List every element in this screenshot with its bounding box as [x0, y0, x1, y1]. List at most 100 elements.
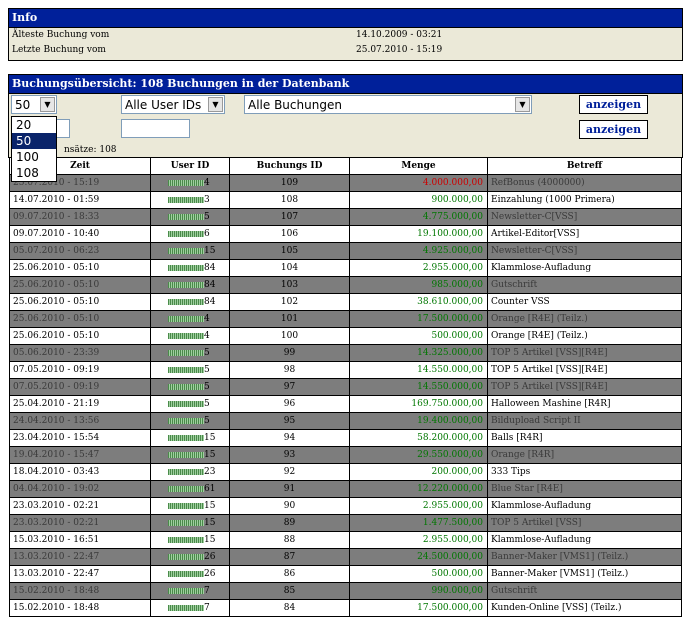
- user-id-digits: 5: [204, 416, 210, 426]
- obscured-user-id: [168, 281, 204, 288]
- cell-user-id[interactable]: 7: [150, 599, 230, 617]
- obscured-user-id: [168, 298, 204, 305]
- cell-buchungs-id: 87: [229, 548, 350, 566]
- obscured-user-id: [168, 570, 204, 577]
- cell-user-id[interactable]: 5: [150, 412, 230, 430]
- cell-user-id[interactable]: 15: [150, 497, 230, 515]
- user-id-digits: 15: [204, 518, 216, 528]
- obscured-user-id: [168, 553, 204, 560]
- cell-user-id[interactable]: 3: [150, 191, 230, 209]
- dropdown-option[interactable]: 20: [12, 117, 56, 133]
- cell-betreff: Klammlose-Aufladung: [487, 531, 682, 549]
- cell-buchungs-id: 99: [229, 344, 350, 362]
- cell-menge: 990.000,00: [349, 582, 488, 600]
- user-id-digits: 4: [204, 178, 210, 188]
- cell-zeit: 25.06.2010 - 05:10: [9, 259, 151, 277]
- chevron-down-icon[interactable]: ▼: [515, 97, 530, 112]
- column-header-menge[interactable]: Menge: [349, 157, 488, 175]
- cell-menge: 2.955.000,00: [349, 259, 488, 277]
- dropdown-option[interactable]: 108: [12, 165, 56, 181]
- cell-user-id[interactable]: 5: [150, 361, 230, 379]
- show-button-2[interactable]: anzeigen: [579, 120, 648, 139]
- cell-user-id[interactable]: 84: [150, 293, 230, 311]
- obscured-user-id: [168, 400, 204, 407]
- cell-buchungs-id: 90: [229, 497, 350, 515]
- user-id-select-value: Alle User IDs: [125, 98, 202, 112]
- table-row: 07.05.2010 - 09:19 5 97 14.550.000,00 TOP 5 …: [9, 378, 682, 396]
- cell-buchungs-id: 102: [229, 293, 350, 311]
- obscured-user-id: [168, 604, 204, 611]
- booking-type-select[interactable]: Alle Buchungen ▼: [244, 95, 532, 114]
- table-row: 23.04.2010 - 15:54 15 94 58.200.000,00 Balls…: [9, 429, 682, 447]
- cell-user-id[interactable]: 4: [150, 327, 230, 345]
- chevron-down-icon[interactable]: ▼: [208, 97, 223, 112]
- dropdown-option[interactable]: 100: [12, 149, 56, 165]
- limit-select[interactable]: 50 ▼: [11, 95, 57, 114]
- cell-user-id[interactable]: 26: [150, 548, 230, 566]
- obscured-user-id: [168, 519, 204, 526]
- cell-zeit: 19.04.2010 - 15:47: [9, 446, 151, 464]
- cell-betreff: Kunden-Online [VSS] (Teilz.): [487, 599, 682, 617]
- user-id-digits: 84: [204, 297, 216, 307]
- cell-zeit: 23.04.2010 - 15:54: [9, 429, 151, 447]
- user-id-digits: 6: [204, 229, 210, 239]
- cell-betreff: TOP 5 Artikel [VSS][R4E]: [487, 378, 682, 396]
- cell-zeit: 07.05.2010 - 09:19: [9, 361, 151, 379]
- table-row: 05.07.2010 - 06:23 15 105 4.925.000,00 Newsl…: [9, 242, 682, 260]
- cell-zeit: 04.04.2010 - 19:02: [9, 480, 151, 498]
- limit-dropdown-list: 20 50 100 108: [11, 116, 57, 182]
- user-id-digits: 5: [204, 382, 210, 392]
- cell-user-id[interactable]: 26: [150, 565, 230, 583]
- user-id-select[interactable]: Alle User IDs ▼: [121, 95, 225, 114]
- cell-user-id[interactable]: 15: [150, 242, 230, 260]
- cell-zeit: 05.07.2010 - 06:23: [9, 242, 151, 260]
- cell-user-id[interactable]: 15: [150, 446, 230, 464]
- cell-zeit: 23.03.2010 - 02:21: [9, 497, 151, 515]
- cell-user-id[interactable]: 5: [150, 395, 230, 413]
- show-button[interactable]: anzeigen: [579, 95, 648, 114]
- cell-zeit: 18.04.2010 - 03:43: [9, 463, 151, 481]
- obscured-user-id: [168, 485, 204, 492]
- cell-user-id[interactable]: 61: [150, 480, 230, 498]
- cell-user-id[interactable]: 15: [150, 429, 230, 447]
- cell-betreff: Einzahlung (1000 Primera): [487, 191, 682, 209]
- cell-user-id[interactable]: 23: [150, 463, 230, 481]
- obscured-user-id: [168, 383, 204, 390]
- filter-input-1[interactable]: [56, 119, 70, 138]
- cell-user-id[interactable]: 6: [150, 225, 230, 243]
- filter-input-2[interactable]: [121, 119, 190, 138]
- table-row: 09.07.2010 - 10:40 6 106 19.100.000,00 Artik…: [9, 225, 682, 243]
- dropdown-option[interactable]: 50: [12, 133, 56, 149]
- cell-user-id[interactable]: 5: [150, 208, 230, 226]
- cell-user-id[interactable]: 84: [150, 259, 230, 277]
- column-header-buchungs-id[interactable]: Buchungs ID: [229, 157, 350, 175]
- cell-betreff: Gutschrift: [487, 276, 682, 294]
- column-header-user-id[interactable]: User ID: [150, 157, 230, 175]
- cell-user-id[interactable]: 5: [150, 344, 230, 362]
- cell-user-id[interactable]: 84: [150, 276, 230, 294]
- cell-zeit: 15.02.2010 - 18:48: [9, 599, 151, 617]
- chevron-down-icon[interactable]: ▼: [40, 97, 55, 112]
- cell-zeit: 09.07.2010 - 18:33: [9, 208, 151, 226]
- table-row: 13.03.2010 - 22:47 26 87 24.500.000,00 Banne…: [9, 548, 682, 566]
- cell-menge: 200.000,00: [349, 463, 488, 481]
- cell-buchungs-id: 108: [229, 191, 350, 209]
- column-header-betreff[interactable]: Betreff: [487, 157, 682, 175]
- obscured-user-id: [168, 536, 204, 543]
- cell-user-id[interactable]: 4: [150, 310, 230, 328]
- cell-zeit: 07.05.2010 - 09:19: [9, 378, 151, 396]
- user-id-digits: 7: [204, 603, 210, 613]
- cell-user-id[interactable]: 4: [150, 174, 230, 192]
- cell-menge: 14.325.000,00: [349, 344, 488, 362]
- cell-user-id[interactable]: 15: [150, 531, 230, 549]
- info-row-oldest: Älteste Buchung vom 14.10.2009 - 03:21: [9, 28, 682, 43]
- cell-betreff: Blue Star [R4E]: [487, 480, 682, 498]
- cell-user-id[interactable]: 7: [150, 582, 230, 600]
- cell-betreff: Banner-Maker [VMS1] (Teilz.): [487, 548, 682, 566]
- cell-user-id[interactable]: 5: [150, 378, 230, 396]
- cell-menge: 900.000,00: [349, 191, 488, 209]
- obscured-user-id: [168, 213, 204, 220]
- user-id-digits: 15: [204, 433, 216, 443]
- obscured-user-id: [168, 366, 204, 373]
- cell-user-id[interactable]: 15: [150, 514, 230, 532]
